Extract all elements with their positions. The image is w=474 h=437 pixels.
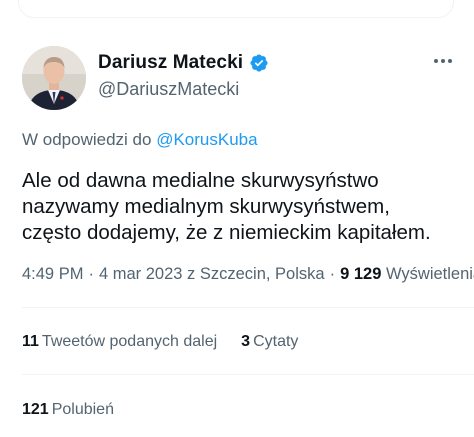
tweet-text: Ale od dawna medialne skurwysyństwo nazy… [22,169,431,244]
author-avatar[interactable] [22,46,86,110]
reply-context: W odpowiedzi do @KorusKuba [22,130,258,150]
engagement-stats: 11 Tweetów podanych dalej 3 Cytaty [22,333,298,351]
divider [22,307,474,308]
retweets-count: 11 [22,333,39,350]
likes-count: 121 [22,401,49,418]
views-label[interactable]: Wyświetlenia [386,265,474,283]
quotes-label: Cytaty [253,333,299,350]
previous-tweet-card [18,0,454,18]
more-options-icon[interactable] [432,50,454,72]
author-name[interactable]: Dariusz Matecki [98,52,243,74]
meta-separator: · [88,265,94,283]
likes-stat[interactable]: 121 Polubień [22,401,114,419]
reply-prefix: W odpowiedzi do [22,130,152,149]
divider [22,374,474,375]
tweet-time[interactable]: 4:49 PM [22,265,83,283]
tweet-meta: 4:49 PM · 4 mar 2023 z Szczecin, Polska · 9 … [22,265,474,284]
tweet-location: z Szczecin, Polska [187,265,325,283]
quotes-count: 3 [241,333,251,350]
reply-mention-link[interactable]: @KorusKuba [156,130,257,149]
views-count: 9 129 [340,265,382,283]
author-handle[interactable]: @DariuszMatecki [98,79,239,100]
verified-badge-icon [250,54,268,72]
tweet-date[interactable]: 4 mar 2023 [99,265,182,283]
retweets-label: Tweetów podanych dalej [41,333,218,350]
meta-separator-2: · [329,265,336,283]
author-name-row[interactable]: Dariusz Matecki [98,52,269,74]
likes-label: Polubień [51,401,114,418]
profile-photo-icon [22,46,86,110]
quotes-stat[interactable]: 3 Cytaty [241,333,298,351]
retweets-stat[interactable]: 11 Tweetów podanych dalej [22,333,217,351]
